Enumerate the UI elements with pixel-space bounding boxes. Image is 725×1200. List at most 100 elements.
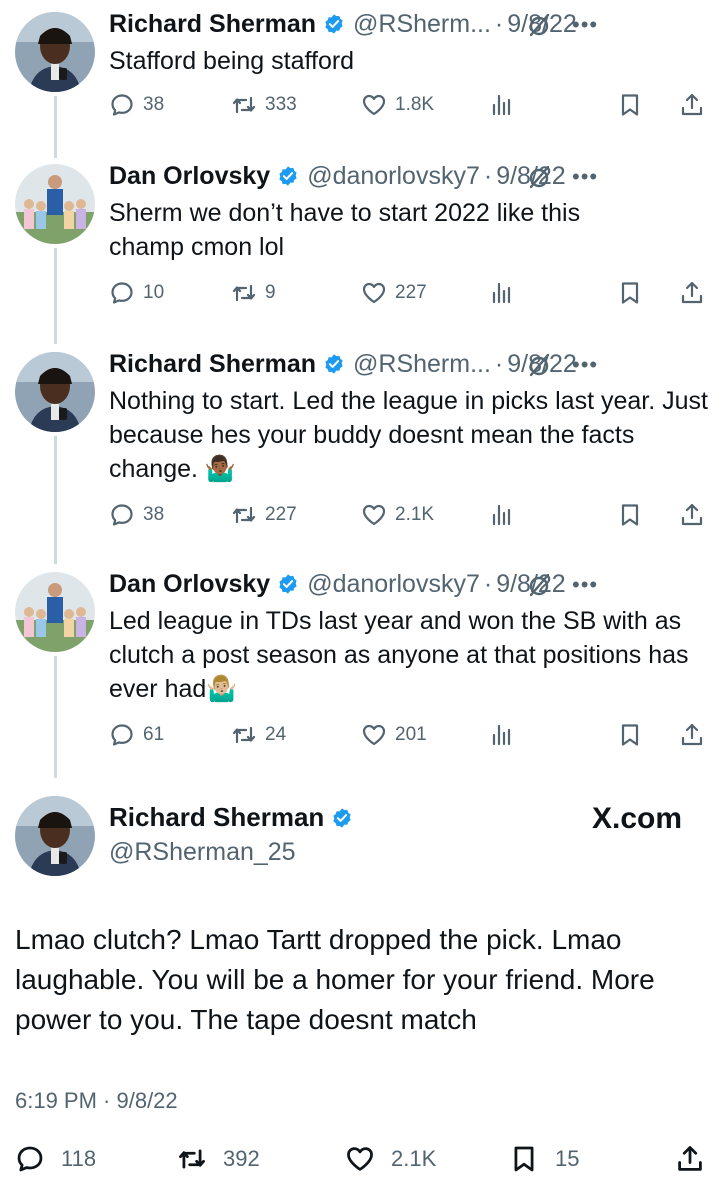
- share-button[interactable]: [679, 278, 713, 308]
- like-count: 1.8K: [395, 94, 435, 115]
- grok-icon[interactable]: [527, 164, 553, 190]
- share-button[interactable]: [679, 720, 713, 750]
- author-handle[interactable]: @RSherm...: [353, 10, 491, 39]
- reply-button[interactable]: 10: [109, 278, 164, 308]
- share-button[interactable]: [679, 90, 713, 120]
- tweet-actions: 38 227 2.1K: [109, 500, 709, 530]
- like-icon: [362, 282, 386, 304]
- bookmark-icon: [621, 504, 639, 526]
- retweet-button[interactable]: 333: [231, 90, 297, 120]
- share-icon: [678, 1146, 702, 1171]
- reply-icon: [111, 94, 133, 116]
- reply-count: 10: [143, 282, 165, 303]
- avatar-richard-sherman[interactable]: [15, 352, 95, 432]
- separator-dot: ·: [494, 349, 504, 378]
- author-handle[interactable]: @danorlovsky7: [307, 570, 480, 599]
- grok-icon[interactable]: [527, 352, 553, 378]
- grok-icon[interactable]: [527, 12, 553, 38]
- more-icon[interactable]: •••: [572, 12, 598, 38]
- tweet-text: Lmao clutch? Lmao Tartt dropped the pick…: [15, 924, 655, 1035]
- author-handle[interactable]: @RSherm...: [353, 350, 491, 379]
- like-icon: [362, 724, 386, 746]
- views-button[interactable]: [489, 500, 515, 530]
- author-name[interactable]: Richard Sherman: [109, 802, 324, 833]
- like-button[interactable]: 2.1K: [345, 1144, 436, 1174]
- reply-button[interactable]: 38: [109, 500, 164, 530]
- verified-badge-icon: [277, 573, 299, 595]
- tweet-actions: 118 392 2.1K 15: [15, 1144, 715, 1176]
- tweet-actions: 38 333 1.8K: [109, 90, 709, 120]
- reply-button[interactable]: 118: [15, 1144, 96, 1174]
- avatar-richard-sherman[interactable]: [15, 12, 95, 92]
- retweet-count: 24: [265, 724, 287, 745]
- tweet-actions: 10 9 227: [109, 278, 709, 308]
- views-button[interactable]: [489, 278, 515, 308]
- reply-count: 118: [61, 1146, 97, 1171]
- x-watermark: X.com: [592, 802, 683, 835]
- views-icon: [492, 282, 511, 304]
- retweet-icon: [232, 506, 256, 524]
- retweet-button[interactable]: 24: [231, 720, 286, 750]
- bookmark-count: 15: [555, 1146, 580, 1171]
- author-name[interactable]: Dan Orlovsky: [109, 162, 270, 191]
- tweet-header: Richard Sherman @RSherm... · 9/8/22: [109, 6, 709, 42]
- verified-badge-icon: [323, 13, 345, 35]
- reply-tweet[interactable]: Richard Sherman @RSherm... · 9/8/22 ••• …: [0, 346, 725, 546]
- reply-button[interactable]: 38: [109, 90, 164, 120]
- reply-count: 61: [143, 724, 165, 745]
- share-icon: [681, 93, 703, 116]
- author-name[interactable]: Richard Sherman: [109, 350, 316, 379]
- share-button[interactable]: [679, 500, 713, 530]
- bookmark-button[interactable]: 15: [509, 1144, 579, 1174]
- reply-count: 38: [143, 504, 165, 525]
- avatar-dan-orlovsky[interactable]: [15, 572, 95, 652]
- share-button[interactable]: [675, 1144, 705, 1174]
- like-button[interactable]: 2.1K: [361, 500, 434, 530]
- bookmark-button[interactable]: [617, 500, 651, 530]
- author-name[interactable]: Richard Sherman: [109, 10, 316, 39]
- share-icon: [681, 281, 703, 304]
- author-handle[interactable]: @danorlovsky7: [307, 162, 480, 191]
- views-button[interactable]: [489, 90, 515, 120]
- tweet-header: Richard Sherman @RSherm... · 9/8/22: [109, 346, 709, 382]
- like-button[interactable]: 227: [361, 278, 427, 308]
- like-icon: [362, 504, 386, 526]
- like-button[interactable]: 201: [361, 720, 427, 750]
- author-name[interactable]: Dan Orlovsky: [109, 570, 270, 599]
- reply-tweet[interactable]: Dan Orlovsky @danorlovsky7 · 9/8/22 ••• …: [0, 158, 725, 328]
- retweet-count: 227: [265, 504, 297, 525]
- reply-icon: [111, 724, 133, 746]
- reply-icon: [17, 1146, 43, 1172]
- like-count: 2.1K: [395, 504, 435, 525]
- tweet-timestamp[interactable]: 6:19 PM · 9/8/22: [15, 1088, 178, 1114]
- more-icon[interactable]: •••: [572, 164, 598, 190]
- author-handle[interactable]: @RSherman_25: [109, 838, 296, 867]
- reply-button[interactable]: 61: [109, 720, 164, 750]
- bookmark-button[interactable]: [617, 278, 651, 308]
- retweet-button[interactable]: 392: [177, 1144, 260, 1174]
- like-button[interactable]: 1.8K: [361, 90, 434, 120]
- more-icon[interactable]: •••: [572, 572, 598, 598]
- share-icon: [681, 503, 703, 526]
- verified-badge-icon: [323, 353, 345, 375]
- reply-count: 38: [143, 94, 165, 115]
- retweet-button[interactable]: 227: [231, 500, 297, 530]
- reply-icon: [111, 504, 133, 526]
- views-button[interactable]: [489, 720, 515, 750]
- more-icon[interactable]: •••: [572, 352, 598, 378]
- bookmark-button[interactable]: [617, 720, 651, 750]
- views-icon: [492, 504, 511, 526]
- avatar-richard-sherman[interactable]: [15, 796, 95, 876]
- tweet-header: Dan Orlovsky @danorlovsky7 · 9/8/22: [109, 566, 709, 602]
- reply-tweet[interactable]: Dan Orlovsky @danorlovsky7 · 9/8/22 ••• …: [0, 566, 725, 766]
- bookmark-button[interactable]: [617, 90, 651, 120]
- verified-badge-icon: [277, 165, 299, 187]
- bookmark-icon: [621, 282, 639, 304]
- views-icon: [492, 724, 511, 746]
- grok-icon[interactable]: [527, 572, 553, 598]
- retweet-button[interactable]: 9: [231, 278, 276, 308]
- like-count: 227: [395, 282, 427, 303]
- reply-icon: [111, 282, 133, 304]
- avatar-dan-orlovsky[interactable]: [15, 164, 95, 244]
- reply-tweet[interactable]: Richard Sherman @RSherm... · 9/8/22 ••• …: [0, 6, 725, 136]
